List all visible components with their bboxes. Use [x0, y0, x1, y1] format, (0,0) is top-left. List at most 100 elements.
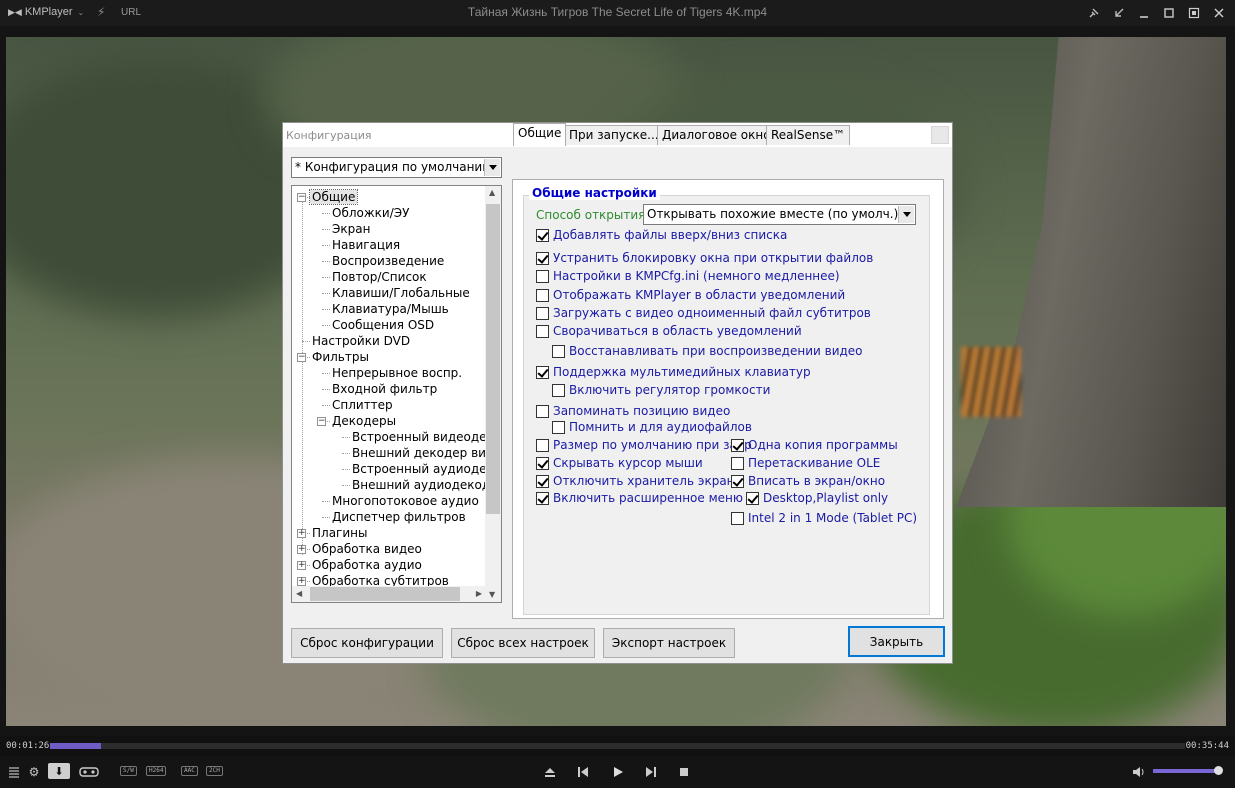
tree-item[interactable]: Клавиши/Глобальные — [332, 285, 470, 301]
tree-item[interactable]: Настройки DVD — [312, 333, 410, 349]
tree-item[interactable]: Входной фильтр — [332, 381, 437, 397]
stop-button[interactable] — [675, 764, 693, 780]
checkbox[interactable] — [731, 512, 744, 525]
settings-button[interactable]: ⚙ — [26, 764, 42, 780]
tab-dialog-window[interactable]: Диалоговое окно — [657, 125, 776, 145]
tree-item-label: Воспроизведение — [332, 254, 445, 268]
tree-item[interactable]: Диспетчер фильтров — [332, 509, 466, 525]
tree-scroll-thumb[interactable] — [486, 204, 500, 514]
checkbox[interactable] — [536, 252, 549, 265]
tree-item[interactable]: Повтор/Список — [332, 269, 427, 285]
checkbox[interactable] — [536, 492, 549, 505]
tree-item[interactable]: Воспроизведение — [332, 253, 444, 269]
checkbox[interactable] — [536, 307, 549, 320]
checkbox[interactable] — [536, 439, 549, 452]
expand-icon[interactable]: + — [297, 577, 306, 586]
tree-vertical-scrollbar[interactable]: ▲ ▼ — [485, 186, 501, 602]
tree-item[interactable]: Встроенный видеодекс — [352, 429, 500, 445]
tree-item[interactable]: Клавиатура/Мышь — [332, 301, 449, 317]
tree-item-label: Внешний аудиодекодер — [352, 478, 502, 492]
tree-item[interactable]: Многопотоковое аудио — [332, 493, 479, 509]
maximize-button[interactable] — [1158, 3, 1179, 23]
chevron-down-icon[interactable] — [898, 206, 914, 223]
reset-config-button[interactable]: Сброс конфигурации — [291, 628, 443, 658]
expand-icon[interactable]: + — [297, 561, 306, 570]
collapse-icon[interactable]: − — [317, 417, 326, 426]
checkbox[interactable] — [552, 384, 565, 397]
tree-item[interactable]: Обработка аудио — [312, 557, 422, 573]
tree-item[interactable]: Сплиттер — [332, 397, 393, 413]
video-codec-badge[interactable]: H264 — [146, 766, 167, 776]
capture-button[interactable]: ⬇ — [48, 763, 70, 779]
tree-item[interactable]: Обложки/ЭУ — [332, 205, 409, 221]
mini-mode-button[interactable] — [1108, 3, 1129, 23]
tree-item[interactable]: Навигация — [332, 237, 400, 253]
checkbox[interactable] — [731, 475, 744, 488]
mute-button[interactable] — [1131, 764, 1147, 780]
collapse-icon[interactable]: − — [297, 353, 306, 362]
scroll-up-icon[interactable]: ▲ — [489, 188, 495, 197]
tab-startup[interactable]: При запуске... — [564, 125, 664, 145]
next-button[interactable] — [642, 764, 660, 780]
collapse-icon[interactable]: − — [297, 193, 306, 202]
tree-item[interactable]: Декодеры — [332, 413, 396, 429]
checkbox[interactable] — [536, 270, 549, 283]
tree-item[interactable]: Внешний аудиодекодер — [352, 477, 502, 493]
tree-horizontal-scrollbar[interactable]: ◀ ▶ — [292, 586, 486, 602]
checkbox[interactable] — [536, 325, 549, 338]
decoder-badge[interactable]: S/W — [120, 766, 137, 776]
checkbox[interactable] — [536, 289, 549, 302]
playlist-button[interactable] — [6, 764, 22, 780]
tree-item[interactable]: Экран — [332, 221, 370, 237]
scroll-down-icon[interactable]: ▼ — [489, 590, 495, 599]
pin-button[interactable] — [1083, 3, 1104, 23]
settings-tree[interactable]: Общие − Обложки/ЭУ Экран Навигация Воспроизве… — [291, 185, 502, 603]
next-icon — [646, 767, 656, 777]
tab-general[interactable]: Общие — [513, 123, 567, 146]
checkbox[interactable] — [746, 492, 759, 505]
checkbox[interactable] — [552, 345, 565, 358]
checkbox[interactable] — [731, 439, 744, 452]
checkbox[interactable] — [536, 475, 549, 488]
scroll-left-icon[interactable]: ◀ — [296, 589, 302, 598]
tiger-image — [961, 347, 1021, 417]
tree-item[interactable]: Непрерывное воспр. — [332, 365, 462, 381]
tree-item[interactable]: Общие — [308, 189, 359, 205]
previous-button[interactable] — [574, 764, 592, 780]
tree-item[interactable]: Плагины — [312, 525, 367, 541]
minimize-button[interactable] — [1133, 3, 1154, 23]
open-mode-select[interactable]: Открывать похожие вместе (по умолч.) — [643, 204, 916, 225]
tree-item[interactable]: Встроенный аудиодекс — [352, 461, 500, 477]
tree-item[interactable]: Внешний декодер виде — [352, 445, 501, 461]
expand-icon[interactable]: + — [297, 529, 306, 538]
tree-hscroll-thumb[interactable] — [310, 587, 460, 601]
export-settings-button[interactable]: Экспорт настроек — [603, 628, 735, 658]
scroll-right-icon[interactable]: ▶ — [476, 589, 482, 598]
eject-button[interactable] — [541, 764, 559, 780]
fullscreen-button[interactable] — [1183, 3, 1204, 23]
reset-all-button[interactable]: Сброс всех настроек — [451, 628, 595, 658]
close-dialog-button[interactable]: Закрыть — [848, 626, 945, 657]
checkbox[interactable] — [552, 421, 565, 434]
checkbox[interactable] — [536, 457, 549, 470]
vr-button[interactable] — [78, 764, 100, 780]
preset-select[interactable]: * Конфигурация по умолчанию — [291, 157, 502, 178]
tree-item[interactable]: Обработка видео — [312, 541, 422, 557]
checkbox[interactable] — [536, 366, 549, 379]
tab-realsense[interactable]: RealSense™ — [766, 125, 851, 145]
audio-codec-badge[interactable]: AAC — [181, 766, 198, 776]
checkbox[interactable] — [731, 457, 744, 470]
seek-bar[interactable] — [50, 743, 1185, 749]
chevron-down-icon[interactable] — [484, 159, 500, 176]
close-button[interactable] — [1208, 3, 1229, 23]
play-button[interactable] — [609, 764, 627, 780]
tree-item[interactable]: Сообщения OSD — [332, 317, 434, 333]
expand-icon[interactable]: + — [297, 545, 306, 554]
volume-knob[interactable] — [1213, 766, 1223, 775]
checkbox[interactable] — [536, 405, 549, 418]
dialog-close-button[interactable] — [931, 126, 949, 144]
checkbox[interactable] — [536, 229, 549, 242]
tree-item[interactable]: Фильтры — [312, 349, 369, 365]
volume-slider[interactable] — [1153, 769, 1221, 773]
channels-badge[interactable]: 2CH — [206, 766, 223, 776]
